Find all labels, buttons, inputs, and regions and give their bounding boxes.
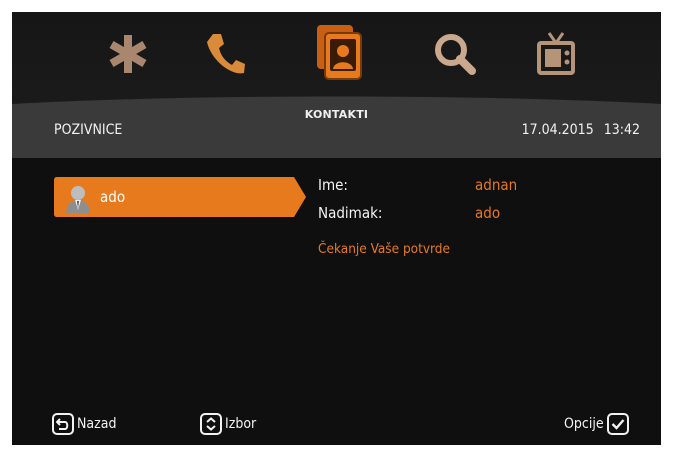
select-label: Izbor — [225, 416, 257, 432]
device-screen: KONTAKTI POZIVNICE 17.04.2015 13:42 ado I… — [12, 12, 661, 445]
contacts-icon[interactable] — [312, 22, 366, 84]
date-text: 17.04.2015 — [521, 122, 594, 138]
page-title: POZIVNICE — [54, 122, 123, 138]
nickname-label: Nadimak: — [318, 204, 383, 222]
back-icon — [52, 413, 74, 435]
nickname-value: ado — [475, 204, 501, 222]
options-label: Opcije — [564, 416, 604, 432]
back-button[interactable]: Nazad — [52, 413, 116, 435]
datetime: 17.04.2015 13:42 — [522, 122, 640, 138]
settings-icon[interactable] — [106, 26, 150, 82]
options-button[interactable]: Opcije — [564, 413, 629, 435]
check-icon — [606, 413, 629, 435]
phone-icon[interactable] — [200, 26, 250, 82]
avatar-icon — [64, 183, 92, 217]
status-text: Čekanje Vaše potvrde — [318, 241, 450, 257]
tv-icon[interactable] — [532, 26, 580, 82]
active-section-label: KONTAKTI — [304, 108, 369, 121]
name-label: Ime: — [318, 176, 348, 194]
select-button[interactable]: Izbor — [200, 413, 256, 435]
contact-name: ado — [100, 188, 126, 206]
name-value: adnan — [475, 176, 518, 194]
back-label: Nazad — [77, 416, 117, 432]
up-down-icon — [200, 413, 222, 435]
contact-list-item-selected[interactable]: ado — [54, 177, 306, 217]
time-text: 13:42 — [603, 122, 640, 138]
search-icon[interactable] — [430, 26, 480, 82]
